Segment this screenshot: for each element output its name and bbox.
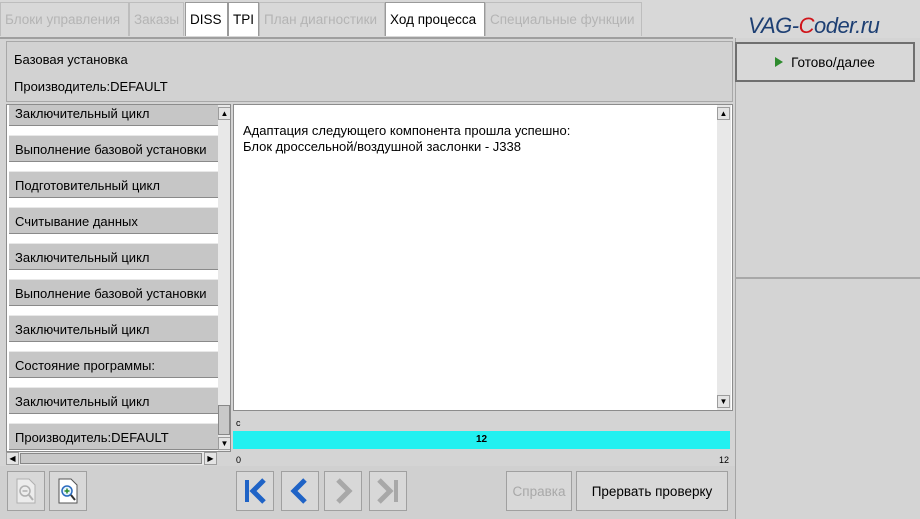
- done-next-label: Готово/далее: [791, 54, 875, 70]
- tab-diss[interactable]: DISS: [185, 2, 228, 36]
- last-step-button[interactable]: [369, 471, 407, 511]
- abort-test-button[interactable]: Прервать проверку: [576, 471, 728, 511]
- help-button[interactable]: Справка: [506, 471, 572, 511]
- step-list[interactable]: Заключительный цикл Выполнение базовой у…: [6, 104, 231, 452]
- progress-unit: c: [236, 418, 241, 428]
- tab-tpi[interactable]: TPI: [228, 2, 259, 36]
- play-icon: [775, 57, 784, 67]
- hscroll-thumb[interactable]: [20, 453, 202, 464]
- message-area: Адаптация следующего компонента прошла у…: [233, 104, 733, 411]
- zoom-out-icon: [16, 478, 36, 504]
- list-item[interactable]: Считывание данных: [9, 207, 219, 234]
- tab-underline: [0, 37, 733, 39]
- step-list-vscrollbar[interactable]: ▲ ▼: [218, 105, 230, 451]
- message-vscrollbar[interactable]: ▲ ▼: [717, 105, 731, 410]
- list-item[interactable]: Заключительный цикл: [9, 387, 219, 414]
- zoom-out-button[interactable]: [7, 471, 45, 511]
- last-icon: [377, 478, 398, 504]
- message-line-1: Адаптация следующего компонента прошла у…: [243, 123, 571, 138]
- procedure-header: Базовая установка Производитель:DEFAULT: [6, 41, 733, 102]
- progress-value: 12: [475, 434, 488, 445]
- list-item[interactable]: Производитель:DEFAULT: [9, 423, 219, 450]
- tab-control-units[interactable]: Блоки управления: [0, 2, 129, 36]
- zoom-in-icon: [58, 478, 78, 504]
- progress-max: 12: [719, 455, 730, 465]
- scroll-up-icon[interactable]: ▲: [218, 107, 230, 120]
- next-icon: [336, 478, 353, 504]
- procedure-title: Базовая установка: [14, 52, 128, 67]
- next-step-button[interactable]: [324, 471, 362, 511]
- scroll-down-icon[interactable]: ▼: [218, 437, 230, 450]
- manufacturer-label: Производитель:DEFAULT: [14, 79, 168, 94]
- progress-min: 0: [236, 455, 242, 465]
- list-item[interactable]: Заключительный цикл: [9, 315, 219, 342]
- message-line-2: Блок дроссельной/воздушной заслонки - J3…: [243, 139, 521, 154]
- list-item[interactable]: Выполнение базовой установки: [9, 135, 219, 162]
- tab-process[interactable]: Ход процесса: [385, 2, 485, 36]
- right-panel-divider: [735, 277, 920, 279]
- list-item[interactable]: Заключительный цикл: [9, 243, 219, 270]
- scroll-up-icon[interactable]: ▲: [717, 107, 730, 120]
- zoom-in-button[interactable]: [49, 471, 87, 511]
- done-next-button[interactable]: Готово/далее: [735, 42, 915, 82]
- prev-icon: [290, 478, 307, 504]
- tab-diagnostic-plan[interactable]: План диагностики: [259, 2, 385, 36]
- tab-special-functions[interactable]: Специальные функции: [485, 2, 642, 36]
- list-item[interactable]: Заключительный цикл: [9, 105, 219, 126]
- first-step-button[interactable]: [236, 471, 274, 511]
- tab-orders[interactable]: Заказы: [129, 2, 184, 36]
- scroll-left-icon[interactable]: ◀: [6, 452, 19, 465]
- first-icon: [245, 478, 266, 504]
- scroll-right-icon[interactable]: ▶: [204, 452, 217, 465]
- list-item[interactable]: Подготовительный цикл: [9, 171, 219, 198]
- previous-step-button[interactable]: [281, 471, 319, 511]
- watermark-logo: VAG-Coder.ru: [748, 13, 880, 38]
- progress-bar: 12: [233, 431, 730, 449]
- scroll-thumb[interactable]: [218, 405, 230, 435]
- scroll-down-icon[interactable]: ▼: [717, 395, 730, 408]
- list-item[interactable]: Состояние программы:: [9, 351, 219, 378]
- step-list-hscrollbar[interactable]: ◀ ▶: [6, 452, 217, 465]
- list-item[interactable]: Выполнение базовой установки: [9, 279, 219, 306]
